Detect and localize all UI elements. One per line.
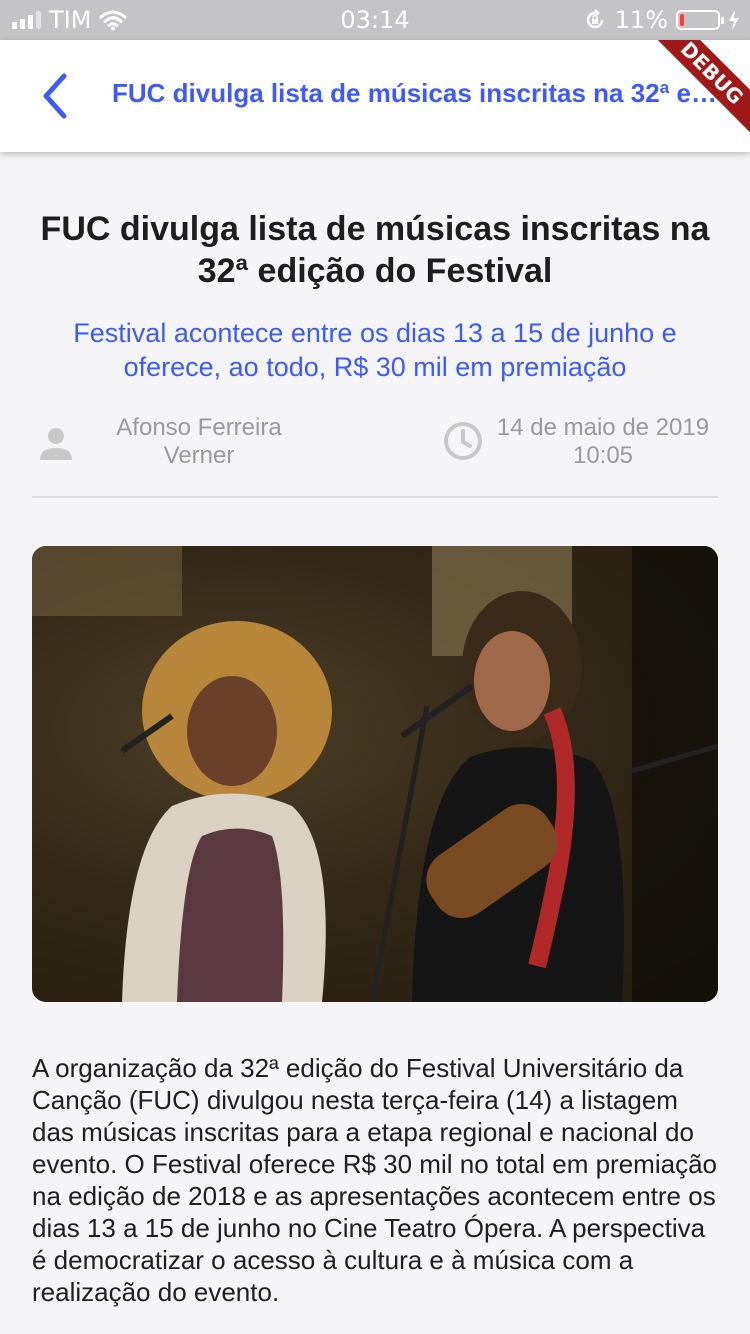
- article-datetime: 14 de maio de 2019 10:05: [488, 414, 718, 470]
- back-button[interactable]: [30, 70, 82, 122]
- article-headline: FUC divulga lista de músicas inscritas n…: [40, 210, 710, 290]
- author-line-2: Verner: [163, 442, 235, 469]
- author-line-1: Afonso Ferreira: [116, 414, 282, 441]
- person-icon: [40, 428, 72, 460]
- photo-illustration: [32, 546, 718, 1002]
- article-meta: Afonso Ferreira Verner 14 de maio de 201…: [32, 414, 718, 498]
- app-bar-title: FUC divulga lista de músicas inscritas n…: [112, 78, 724, 108]
- article-time: 10:05: [572, 442, 634, 469]
- article-date: 14 de maio de 2019: [496, 414, 710, 441]
- status-bar: TIM 03:14 11%: [0, 0, 750, 40]
- article-photo: [32, 546, 718, 1002]
- back-arrow-icon: [43, 73, 67, 119]
- article-body: A organização da 32ª edição do Festival …: [32, 1053, 717, 1307]
- status-right: 11%: [583, 6, 740, 34]
- battery-level: [680, 14, 684, 26]
- battery-percent: 11%: [614, 6, 668, 34]
- article-author: Afonso Ferreira Verner: [106, 414, 292, 470]
- charging-icon: [729, 10, 739, 30]
- article-content: FUC divulga lista de músicas inscritas n…: [0, 152, 750, 1308]
- app-bar: FUC divulga lista de músicas inscritas n…: [0, 40, 750, 152]
- lock-rotation-icon: [586, 9, 603, 29]
- clock-icon: [444, 422, 482, 460]
- article-subheadline: Festival acontece entre os dias 13 a 15 …: [73, 318, 677, 382]
- battery-icon: [676, 10, 724, 30]
